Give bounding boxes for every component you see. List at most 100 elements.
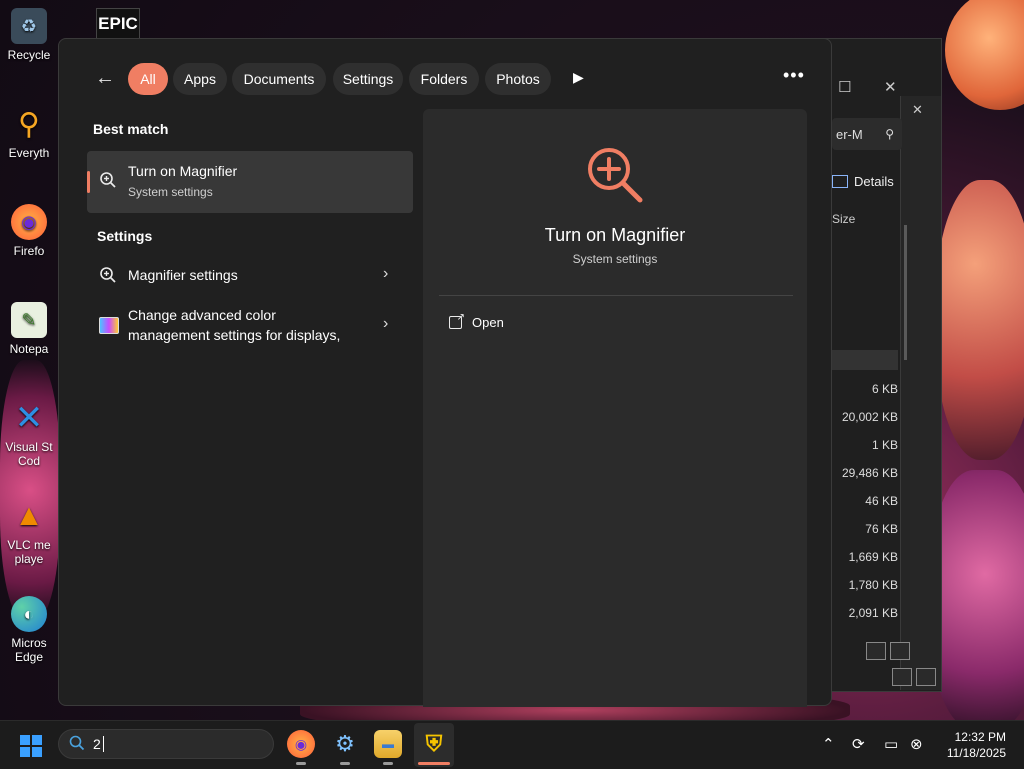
magnifier-large-icon: [585, 145, 645, 210]
more-options-icon[interactable]: •••: [783, 65, 805, 86]
file-size-cell: 1 KB: [871, 438, 898, 452]
filter-chip-settings[interactable]: Settings: [333, 63, 403, 95]
more-filters-play-icon[interactable]: ▶: [573, 69, 584, 86]
epic-logo-text: EPIC: [98, 14, 138, 33]
tiles-view-icon[interactable]: [916, 668, 936, 686]
chevron-right-icon[interactable]: ›: [383, 315, 388, 333]
search-icon: ⚲: [885, 127, 894, 141]
running-indicator: [340, 762, 350, 765]
everything-search-icon: ⚲: [18, 107, 40, 141]
desktop-icon-recycle-bin[interactable]: ♻ Recycle: [0, 8, 58, 62]
filter-chip-documents[interactable]: Documents: [232, 63, 326, 95]
network-disconnected-icon[interactable]: ⊗: [910, 735, 923, 753]
scrollbar[interactable]: [904, 225, 907, 360]
settings-heading: Settings: [97, 228, 153, 244]
edge-icon: ◐: [11, 596, 47, 632]
search-panel: ← All Apps Documents Settings Folders Ph…: [58, 38, 832, 707]
desktop-icon-epic[interactable]: EPIC: [96, 8, 140, 40]
details-view-icon[interactable]: [892, 668, 912, 686]
maximize-icon[interactable]: ☐: [838, 78, 851, 96]
desktop-icon-label: Visual St Cod: [5, 440, 53, 468]
recycle-bin-icon: ♻: [11, 8, 47, 44]
vscode-icon: ✕: [14, 400, 44, 437]
desktop-icon-everything[interactable]: ⚲ Everyth: [0, 106, 58, 161]
file-size-cell: 29,486 KB: [841, 466, 898, 480]
desktop-icon-label: VLC me playe: [7, 538, 51, 566]
divider: [439, 295, 793, 296]
close-icon[interactable]: ✕: [884, 78, 897, 96]
selected-row[interactable]: [832, 350, 898, 370]
explorer-search-box[interactable]: er-M ⚲: [832, 118, 902, 150]
running-indicator: [383, 762, 393, 765]
desktop-icon-label: Micros Edge: [11, 636, 47, 664]
file-size-cell: 6 KB: [871, 382, 898, 396]
explorer-search-text: er-M: [836, 126, 863, 142]
desktop-icon-label: Everyth: [8, 146, 50, 160]
text-caret: [102, 736, 104, 752]
details-view-icon[interactable]: [866, 642, 886, 660]
clock-date: 11/18/2025: [946, 746, 1006, 760]
open-external-icon: ↗: [449, 312, 465, 329]
filter-bar: ← All Apps Documents Settings Folders Ph…: [59, 63, 831, 95]
wallpaper-shape: [935, 180, 1024, 460]
desktop-icon-edge[interactable]: ◐ Micros Edge: [0, 596, 58, 664]
desktop-icon-vlc[interactable]: ▲ VLC me playe: [0, 498, 58, 566]
desktop-icon-notepad[interactable]: ✎ Notepa: [0, 302, 58, 356]
start-button[interactable]: [20, 735, 42, 757]
clock-time: 12:32 PM: [954, 730, 1006, 744]
taskbar: 2 ◉ ⚙ ▬ ⛨ ⌃ ⟳ ▭ ⊗ 12:32 PM 11/18/2025: [0, 720, 1024, 769]
filter-chip-all[interactable]: All: [128, 63, 168, 95]
notepad-icon: ✎: [11, 302, 47, 338]
display-icon[interactable]: ▭: [884, 735, 898, 753]
column-header-size[interactable]: Size: [832, 212, 855, 226]
clock[interactable]: 12:32 PM 11/18/2025: [936, 729, 1006, 761]
file-size-cell: 2,091 KB: [848, 606, 898, 620]
wallpaper-shape: [945, 0, 1024, 110]
windows-logo-icon: [20, 747, 30, 757]
details-pane-icon: [832, 175, 848, 188]
back-arrow-icon[interactable]: ←: [95, 67, 115, 90]
details-pane-button[interactable]: Details: [832, 174, 894, 189]
magnifier-icon: [99, 266, 117, 289]
view-toggle[interactable]: [892, 668, 936, 686]
chevron-right-icon[interactable]: ›: [383, 265, 388, 283]
taskbar-firefox-icon[interactable]: ◉: [287, 730, 315, 758]
taskbar-file-explorer-icon[interactable]: ▬: [374, 730, 402, 758]
selection-indicator: [87, 171, 90, 193]
sync-icon[interactable]: ⟳: [852, 735, 865, 753]
result-color-management[interactable]: Change advanced color management setting…: [87, 301, 413, 351]
windows-logo-icon: [32, 747, 42, 757]
desktop-icon-vscode[interactable]: ✕ Visual St Cod: [0, 400, 58, 468]
windows-logo-icon: [20, 735, 30, 745]
best-match-item[interactable]: Turn on Magnifier System settings: [87, 151, 413, 213]
display-color-icon: [99, 317, 119, 334]
preview-pane: Turn on Magnifier System settings ↗ Open: [423, 109, 807, 707]
desktop-icon-label: Recycle: [7, 48, 51, 62]
taskbar-security-shield-icon[interactable]: ⛨: [420, 730, 448, 758]
file-size-cell: 20,002 KB: [841, 410, 898, 424]
result-magnifier-settings[interactable]: Magnifier settings ›: [87, 255, 413, 295]
firefox-icon: ◉: [11, 204, 47, 240]
filter-chip-apps[interactable]: Apps: [173, 63, 227, 95]
view-toggle[interactable]: [866, 642, 910, 660]
result-title-line2: management settings for displays,: [128, 327, 341, 343]
file-size-cell: 1,669 KB: [848, 550, 898, 564]
close-icon[interactable]: ✕: [912, 102, 923, 118]
filter-chip-photos[interactable]: Photos: [485, 63, 551, 95]
desktop-icon-label: Firefo: [13, 244, 45, 258]
search-icon: [69, 735, 85, 754]
result-title: Magnifier settings: [128, 267, 238, 283]
tiles-view-icon[interactable]: [890, 642, 910, 660]
result-title-line1: Change advanced color: [128, 307, 276, 323]
taskbar-search-input[interactable]: 2: [58, 729, 274, 759]
open-label: Open: [472, 315, 504, 330]
open-action[interactable]: ↗ Open: [449, 312, 504, 330]
taskbar-settings-gear-icon[interactable]: ⚙: [331, 730, 359, 758]
desktop-icon-firefox[interactable]: ◉ Firefo: [0, 204, 58, 258]
filter-chip-folders[interactable]: Folders: [409, 63, 479, 95]
windows-logo-icon: [32, 735, 42, 745]
best-match-heading: Best match: [93, 121, 169, 137]
file-size-cell: 46 KB: [865, 494, 898, 508]
show-hidden-icons-chevron-icon[interactable]: ⌃: [822, 735, 835, 753]
preview-subtitle: System settings: [572, 252, 658, 266]
